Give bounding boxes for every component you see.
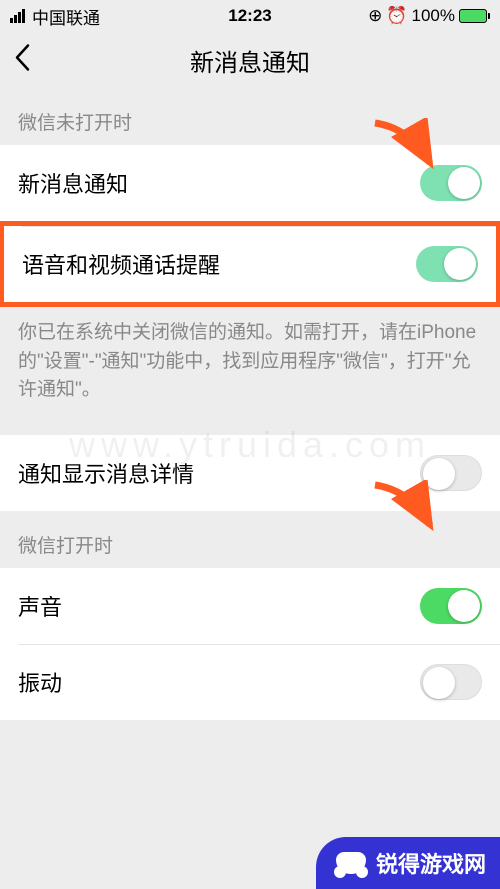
switch-sound[interactable] (420, 588, 482, 624)
row-new-message-notify: 新消息通知 (0, 145, 500, 221)
battery-icon (459, 9, 490, 23)
switch-new-message-notify[interactable] (420, 165, 482, 201)
watermark: www.ytruida.com (69, 424, 431, 466)
group-closed: 新消息通知 语音和视频通话提醒 (0, 145, 500, 307)
row-voice-video-alert: 语音和视频通话提醒 (0, 221, 500, 307)
site-badge: 锐得游戏网 (316, 837, 500, 889)
group-open: 声音 振动 (0, 568, 500, 720)
battery-pct: 100% (412, 6, 455, 26)
section-header-closed: 微信未打开时 (0, 88, 500, 145)
controller-icon (336, 852, 366, 874)
chevron-left-icon (14, 44, 30, 72)
site-badge-label: 锐得游戏网 (376, 847, 486, 879)
label-vibrate: 振动 (18, 666, 62, 698)
alarm-icon: ⏰ (386, 6, 407, 26)
label-new-message-notify: 新消息通知 (18, 167, 128, 199)
switch-voice-video-alert[interactable] (416, 246, 478, 282)
status-bar: 中国联通 12:23 ⊕ ⏰ 100% (0, 0, 500, 32)
signal-icon (10, 9, 25, 23)
switch-vibrate[interactable] (420, 664, 482, 700)
carrier-label: 中国联通 (32, 4, 100, 29)
section-header-open: 微信打开时 (0, 511, 500, 568)
orientation-lock-icon: ⊕ (368, 6, 382, 26)
clock: 12:23 (228, 6, 271, 26)
label-sound: 声音 (18, 590, 62, 622)
row-sound: 声音 (0, 568, 500, 644)
row-vibrate: 振动 (0, 644, 500, 720)
label-voice-video-alert: 语音和视频通话提醒 (22, 248, 220, 280)
back-button[interactable] (14, 44, 30, 77)
page-title: 新消息通知 (190, 43, 310, 78)
footer-note-closed: 你已在系统中关闭微信的通知。如需打开，请在iPhone的"设置"-"通知"功能中… (0, 307, 500, 417)
navbar: 新消息通知 (0, 32, 500, 88)
